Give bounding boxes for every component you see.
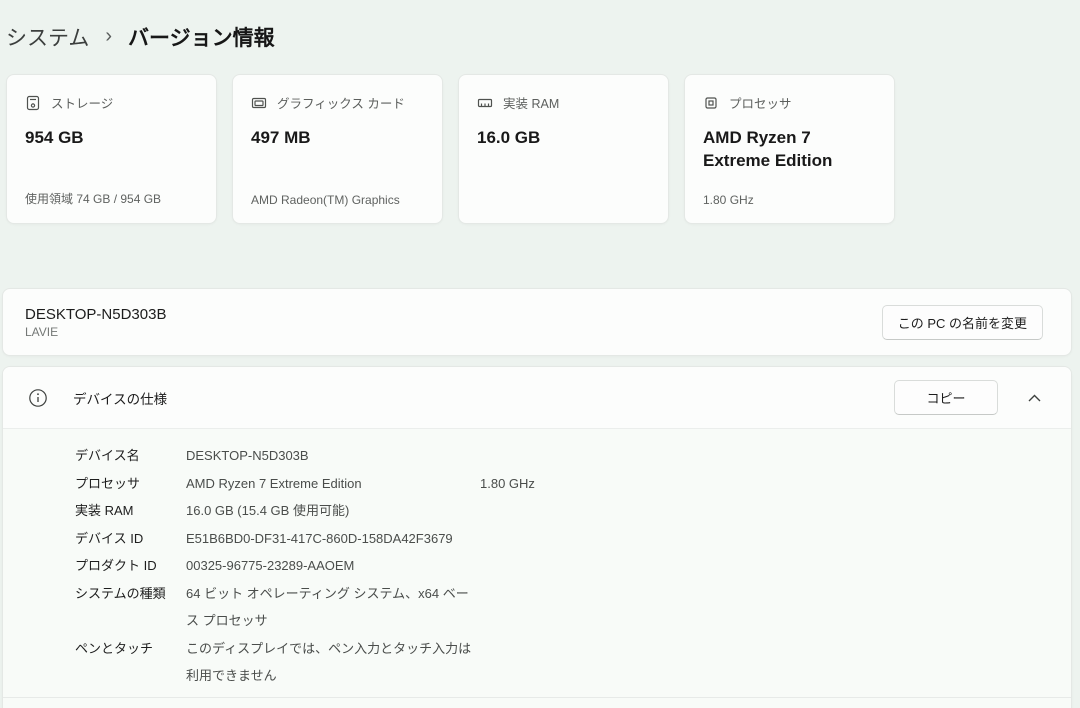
spec-row-processor: プロセッサ AMD Ryzen 7 Extreme Edition 1.80 G… xyxy=(75,470,1071,498)
graphics-card-icon xyxy=(251,95,267,111)
graphics-card-value: 497 MB xyxy=(251,127,426,150)
spec-row-product-id: プロダクト ID 00325-96775-23289-AAOEM xyxy=(75,552,1071,580)
device-name: DESKTOP-N5D303B xyxy=(25,306,166,323)
ram-card-label: 実装 RAM xyxy=(503,93,559,112)
device-model: LAVIE xyxy=(25,325,166,339)
related-links-row: 関連リンク ドメインまたはワークグループ システムの保護 システムの詳細設定 xyxy=(3,697,1071,708)
graphics-card: グラフィックス カード 497 MB AMD Radeon(TM) Graphi… xyxy=(232,74,443,224)
device-specs-expander: デバイスの仕様 コピー デバイス名 DESKTOP-N5D303B プロセッサ … xyxy=(2,366,1072,708)
processor-card-footer: 1.80 GHz xyxy=(703,193,754,207)
ram-icon xyxy=(477,95,493,111)
chevron-up-icon xyxy=(1028,394,1041,402)
spec-row-device-name: デバイス名 DESKTOP-N5D303B xyxy=(75,442,1071,470)
device-specs-content: デバイス名 DESKTOP-N5D303B プロセッサ AMD Ryzen 7 … xyxy=(3,429,1071,697)
spec-row-device-id: デバイス ID E51B6BD0-DF31-417C-860D-158DA42F… xyxy=(75,525,1071,553)
settings-about-page: システム › バージョン情報 ストレージ 954 GB 使用領域 74 GB /… xyxy=(0,0,1080,708)
breadcrumb: システム › バージョン情報 xyxy=(0,0,1080,54)
storage-card: ストレージ 954 GB 使用領域 74 GB / 954 GB xyxy=(6,74,217,224)
device-specs-header[interactable]: デバイスの仕様 コピー xyxy=(3,367,1071,429)
info-icon xyxy=(28,388,48,408)
spec-row-system-type: システムの種類 64 ビット オペレーティング システム、x64 ベース プロセ… xyxy=(75,580,1071,635)
storage-card-footer: 使用領域 74 GB / 954 GB xyxy=(25,190,161,207)
processor-card-label: プロセッサ xyxy=(729,93,792,112)
collapse-button[interactable] xyxy=(1017,381,1051,415)
graphics-card-label: グラフィックス カード xyxy=(277,93,405,112)
spec-row-ram: 実装 RAM 16.0 GB (15.4 GB 使用可能) xyxy=(75,497,1071,525)
processor-card: プロセッサ AMD Ryzen 7 Extreme Edition 1.80 G… xyxy=(684,74,895,224)
storage-card-label: ストレージ xyxy=(51,93,113,112)
breadcrumb-chevron-icon: › xyxy=(105,25,112,50)
ram-card-value: 16.0 GB xyxy=(477,127,652,150)
breadcrumb-system[interactable]: システム xyxy=(6,22,89,52)
summary-cards: ストレージ 954 GB 使用領域 74 GB / 954 GB グラフィックス… xyxy=(6,74,1080,224)
storage-card-value: 954 GB xyxy=(25,127,200,150)
processor-card-value: AMD Ryzen 7 Extreme Edition xyxy=(703,127,878,173)
page-title: バージョン情報 xyxy=(128,22,275,52)
rename-pc-button[interactable]: この PC の名前を変更 xyxy=(882,305,1043,340)
graphics-card-footer: AMD Radeon(TM) Graphics xyxy=(251,193,400,207)
spec-row-pen-touch: ペンとタッチ このディスプレイでは、ペン入力とタッチ入力は利用できません xyxy=(75,635,1071,690)
storage-icon xyxy=(25,95,41,111)
copy-button[interactable]: コピー xyxy=(894,380,998,415)
device-name-panel: DESKTOP-N5D303B LAVIE この PC の名前を変更 xyxy=(2,288,1072,356)
ram-card: 実装 RAM 16.0 GB xyxy=(458,74,669,224)
cpu-icon xyxy=(703,95,719,111)
device-specs-title: デバイスの仕様 xyxy=(73,388,167,408)
